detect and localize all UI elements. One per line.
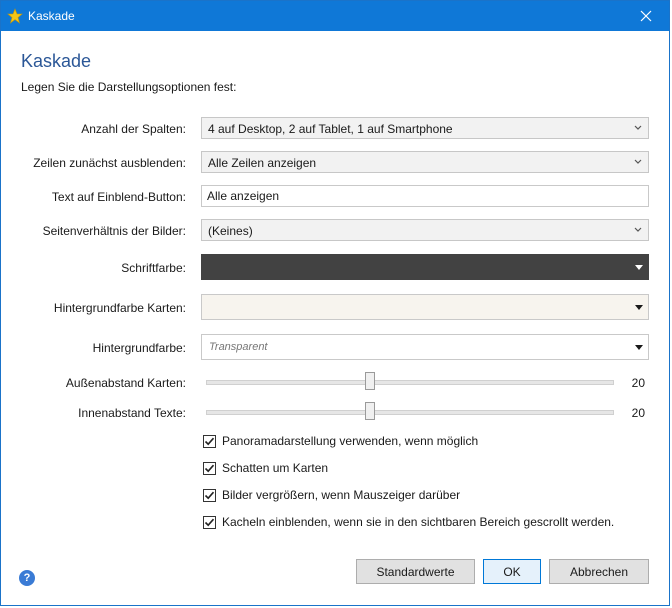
star-icon: [7, 8, 23, 24]
checkbox-box[interactable]: [203, 488, 216, 502]
checkbox-box[interactable]: [203, 515, 216, 529]
dialog-window: Kaskade Kaskade Legen Sie die Darstellun…: [0, 0, 670, 606]
bg-color-picker[interactable]: Transparent: [201, 334, 649, 360]
aspect-ratio-value: (Keines): [208, 224, 253, 238]
checkbox-card-shadow[interactable]: Schatten um Karten: [203, 460, 328, 476]
font-color-label: Schriftfarbe:: [121, 261, 186, 275]
checkbox-panorama[interactable]: Panoramadarstellung verwenden, wenn mögl…: [203, 433, 478, 449]
card-bg-color-picker[interactable]: [201, 294, 649, 320]
columns-value: 4 auf Desktop, 2 auf Tablet, 1 auf Smart…: [208, 122, 453, 136]
dialog-subheading: Legen Sie die Darstellungsoptionen fest:: [21, 80, 237, 94]
slider-thumb[interactable]: [365, 402, 375, 420]
dropdown-arrow-icon: [635, 305, 643, 310]
button-text-input[interactable]: [207, 189, 637, 203]
bg-color-label: Hintergrundfarbe:: [92, 341, 186, 355]
checkbox-box[interactable]: [203, 434, 216, 448]
dialog-heading: Kaskade: [21, 51, 92, 71]
card-spacing-value: 20: [631, 376, 645, 390]
card-spacing-slider[interactable]: [206, 372, 614, 392]
columns-label: Anzahl der Spalten:: [81, 122, 186, 136]
checkmark-icon: [204, 437, 215, 445]
slider-track[interactable]: [206, 380, 614, 385]
bg-color-placeholder: Transparent: [209, 341, 268, 353]
checkmark-icon: [204, 518, 215, 526]
card-bg-color-label: Hintergrundfarbe Karten:: [53, 301, 186, 315]
aspect-ratio-label: Seitenverhältnis der Bilder:: [42, 224, 186, 238]
title-bar[interactable]: Kaskade: [1, 1, 669, 31]
ok-button[interactable]: OK: [483, 559, 541, 584]
checkbox-box[interactable]: [203, 461, 216, 475]
chevron-down-icon: [634, 227, 642, 232]
text-padding-label: Innenabstand Texte:: [78, 406, 186, 420]
checkmark-icon: [204, 464, 215, 472]
columns-select[interactable]: 4 auf Desktop, 2 auf Tablet, 1 auf Smart…: [201, 117, 649, 139]
close-button[interactable]: [623, 1, 669, 31]
aspect-ratio-select[interactable]: (Keines): [201, 219, 649, 241]
font-color-picker[interactable]: [201, 254, 649, 280]
dropdown-arrow-icon: [635, 265, 643, 270]
card-spacing-label: Außenabstand Karten:: [65, 376, 186, 390]
button-text-input-box[interactable]: [201, 185, 649, 207]
window-title: Kaskade: [28, 9, 75, 23]
checkbox-label: Panoramadarstellung verwenden, wenn mögl…: [222, 434, 479, 448]
text-padding-slider[interactable]: [206, 402, 614, 422]
slider-thumb[interactable]: [365, 372, 375, 390]
dropdown-arrow-icon: [635, 345, 643, 350]
text-padding-value: 20: [631, 406, 645, 420]
checkmark-icon: [204, 491, 215, 499]
cancel-button[interactable]: Abbrechen: [549, 559, 649, 584]
chevron-down-icon: [634, 159, 642, 164]
defaults-button[interactable]: Standardwerte: [356, 559, 475, 584]
hide-rows-value: Alle Zeilen anzeigen: [208, 156, 317, 170]
button-text-label: Text auf Einblend-Button:: [51, 190, 186, 204]
checkbox-label: Bilder vergrößern, wenn Mauszeiger darüb…: [222, 488, 461, 502]
help-icon[interactable]: ?: [19, 570, 35, 586]
chevron-down-icon: [634, 125, 642, 130]
hide-rows-select[interactable]: Alle Zeilen anzeigen: [201, 151, 649, 173]
close-icon: [640, 10, 652, 22]
slider-track[interactable]: [206, 410, 614, 415]
hide-rows-label: Zeilen zunächst ausblenden:: [33, 156, 186, 170]
checkbox-zoom-images[interactable]: Bilder vergrößern, wenn Mauszeiger darüb…: [203, 487, 460, 503]
checkbox-fade-in-tiles[interactable]: Kacheln einblenden, wenn sie in den sich…: [203, 514, 614, 530]
checkbox-label: Kacheln einblenden, wenn sie in den sich…: [222, 515, 615, 529]
checkbox-label: Schatten um Karten: [222, 461, 329, 475]
